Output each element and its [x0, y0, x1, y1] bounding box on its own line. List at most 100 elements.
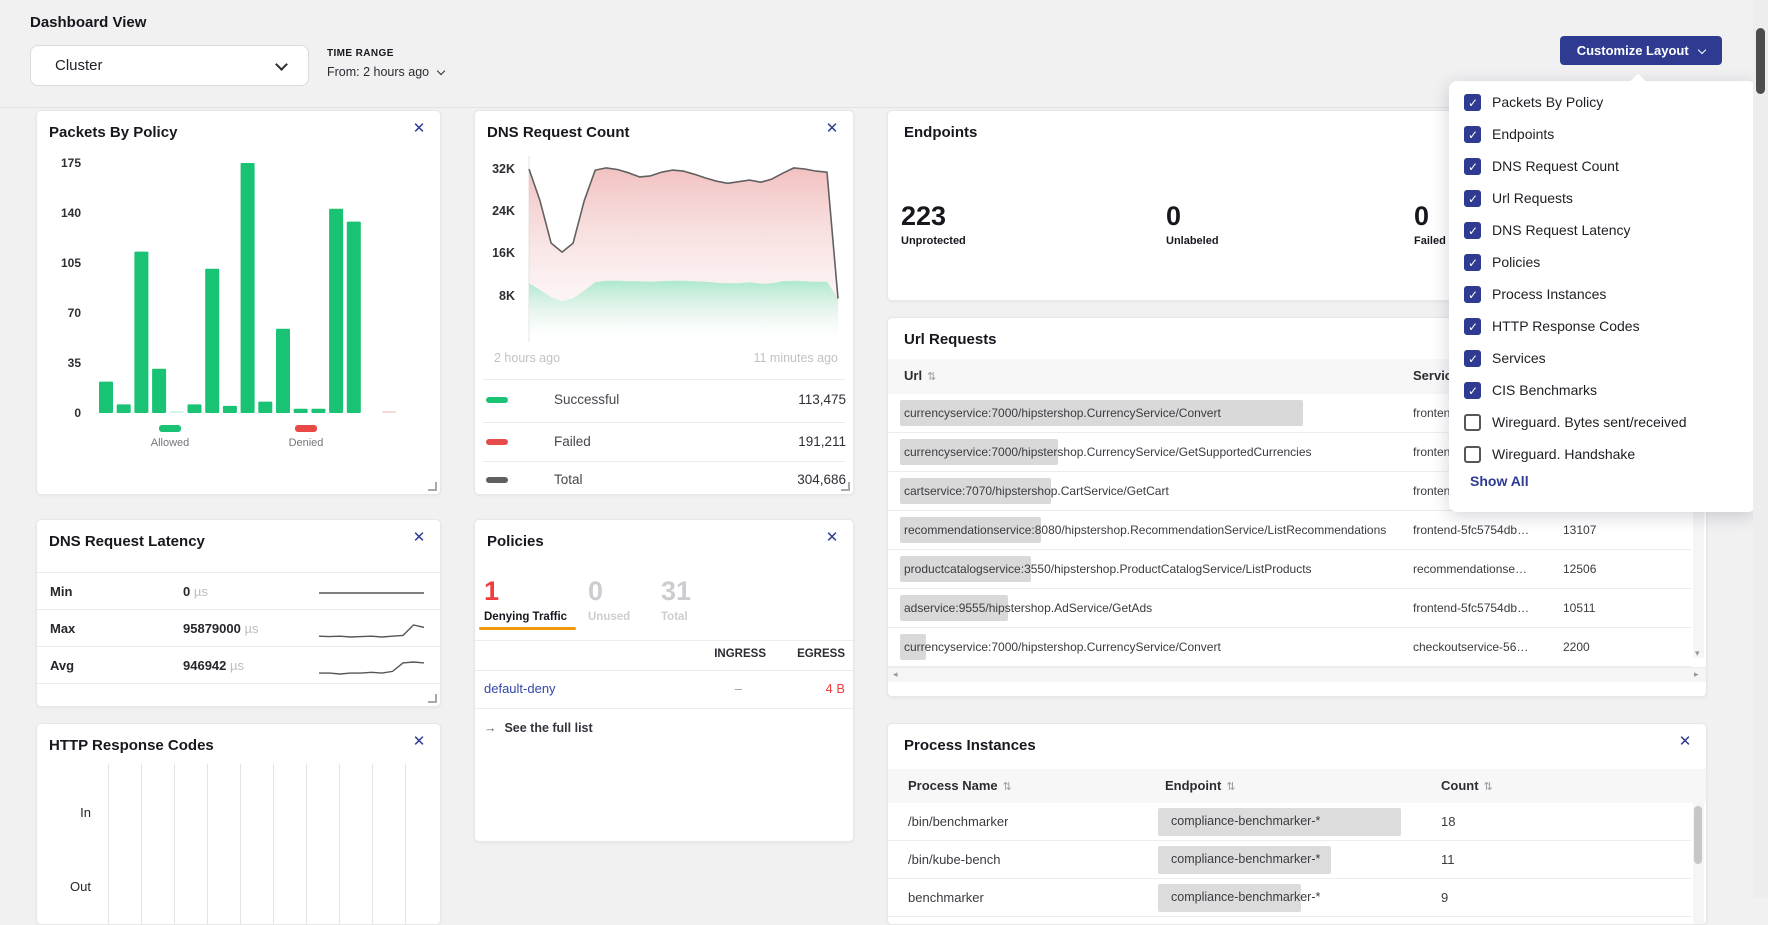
successful-swatch: [486, 397, 508, 403]
menu-item-policies[interactable]: Policies: [1449, 247, 1756, 279]
checkbox-icon[interactable]: [1464, 350, 1481, 367]
latency-row-avg: Avg 946942 µs: [37, 650, 440, 683]
grid-line: [141, 764, 142, 924]
avg-sparkline: [319, 656, 424, 678]
card-title: DNS Request Latency: [49, 533, 205, 550]
close-icon[interactable]: [823, 529, 841, 547]
resize-handle[interactable]: [428, 482, 437, 491]
menu-item-label: Endpoints: [1492, 126, 1554, 142]
svg-text:140: 140: [61, 206, 81, 220]
column-process-name[interactable]: Process Name: [908, 778, 998, 793]
packets-bar-chart: 03570105140175: [37, 111, 440, 421]
page-scrollbar[interactable]: [1753, 0, 1768, 898]
scroll-left-icon[interactable]: ◂: [893, 669, 898, 679]
close-icon[interactable]: [1676, 733, 1694, 751]
checkbox-icon[interactable]: [1464, 254, 1481, 271]
menu-item-label: DNS Request Latency: [1492, 222, 1631, 238]
menu-item-endpoints[interactable]: Endpoints: [1449, 119, 1756, 151]
tab-denying-traffic[interactable]: 1 Denying Traffic: [484, 576, 567, 623]
checkbox-icon[interactable]: [1464, 190, 1481, 207]
checkbox-icon[interactable]: [1464, 446, 1481, 463]
svg-text:24K: 24K: [492, 204, 515, 218]
column-url[interactable]: Url: [904, 368, 922, 383]
service-cell: recommendationse…: [1413, 562, 1553, 576]
x-axis-start: 2 hours ago: [494, 351, 560, 365]
scroll-down-icon[interactable]: ▾: [1695, 648, 1700, 658]
sort-icon[interactable]: [927, 371, 936, 383]
total-swatch: [486, 477, 508, 483]
view-selector[interactable]: Cluster: [30, 45, 309, 86]
grid-line: [108, 764, 109, 924]
url-cell: currencyservice:7000/hipstershop.Currenc…: [904, 406, 1393, 420]
menu-item-wireguard-bytes-sent-received[interactable]: Wireguard. Bytes sent/received: [1449, 407, 1756, 439]
table-row[interactable]: /bin/benchmarkercompliance-benchmarker-*…: [888, 803, 1691, 841]
card-title: Policies: [487, 533, 544, 550]
menu-item-dns-request-latency[interactable]: DNS Request Latency: [1449, 215, 1756, 247]
table-row[interactable]: productcatalogservice:3550/hipstershop.P…: [888, 550, 1691, 589]
count-cell: 12506: [1563, 562, 1663, 576]
url-cell: adservice:9555/hipstershop.AdService/Get…: [904, 601, 1393, 615]
policy-name-link[interactable]: default-deny: [484, 681, 556, 696]
card-title: Process Instances: [904, 737, 1036, 754]
sort-icon[interactable]: [1484, 781, 1493, 793]
grid-line: [306, 764, 307, 924]
max-sparkline: [319, 619, 424, 641]
checkbox-icon[interactable]: [1464, 382, 1481, 399]
svg-text:0: 0: [74, 406, 81, 420]
count-cell: 13107: [1563, 523, 1663, 537]
table-row[interactable]: recommendationservice:8080/hipstershop.R…: [888, 511, 1691, 550]
legend-item-denied: Denied: [273, 425, 339, 449]
process-instances-card: Process Instances Process Name Endpoint …: [887, 723, 1707, 925]
menu-item-process-instances[interactable]: Process Instances: [1449, 279, 1756, 311]
checkbox-icon[interactable]: [1464, 318, 1481, 335]
scroll-right-icon[interactable]: ▸: [1694, 669, 1699, 679]
menu-item-http-response-codes[interactable]: HTTP Response Codes: [1449, 311, 1756, 343]
svg-text:16K: 16K: [492, 246, 515, 260]
menu-item-packets-by-policy[interactable]: Packets By Policy: [1449, 87, 1756, 119]
checkbox-icon[interactable]: [1464, 158, 1481, 175]
card-title: Endpoints: [904, 124, 977, 141]
checkbox-icon[interactable]: [1464, 414, 1481, 431]
grid-line: [405, 764, 406, 924]
min-sparkline: [319, 582, 424, 604]
tab-total[interactable]: 31 Total: [661, 576, 691, 623]
resize-handle[interactable]: [428, 694, 437, 703]
customize-layout-button[interactable]: Customize Layout: [1560, 36, 1722, 65]
dns-request-count-card: DNS Request Count 32K24K16K8K 2 hours ag…: [474, 110, 854, 495]
column-ingress: INGRESS: [655, 648, 766, 660]
menu-item-url-requests[interactable]: Url Requests: [1449, 183, 1756, 215]
sort-icon[interactable]: [1226, 781, 1235, 793]
time-range[interactable]: TIME RANGE From: 2 hours ago: [327, 48, 487, 81]
tab-unused[interactable]: 0 Unused: [588, 576, 630, 623]
grid-line: [339, 764, 340, 924]
checkbox-icon[interactable]: [1464, 126, 1481, 143]
checkbox-icon[interactable]: [1464, 94, 1481, 111]
horizontal-scrollbar[interactable]: [888, 667, 1706, 682]
close-icon[interactable]: [410, 529, 428, 547]
checkbox-icon[interactable]: [1464, 222, 1481, 239]
table-row[interactable]: adservice:9555/hipstershop.AdService/Get…: [888, 589, 1691, 628]
endpoint-cell: compliance-benchmarker-*: [1171, 814, 1320, 828]
menu-item-dns-request-count[interactable]: DNS Request Count: [1449, 151, 1756, 183]
menu-item-services[interactable]: Services: [1449, 343, 1756, 375]
show-all-link[interactable]: Show All: [1470, 473, 1529, 489]
grid-line: [174, 764, 175, 924]
table-row[interactable]: benchmarkercompliance-benchmarker-*9: [888, 879, 1691, 917]
resize-handle[interactable]: [841, 482, 850, 491]
column-count[interactable]: Count: [1441, 778, 1479, 793]
see-full-list-link[interactable]: → See the full list: [484, 719, 593, 737]
table-row[interactable]: /bin/kube-benchcompliance-benchmarker-*1…: [888, 841, 1691, 879]
table-row[interactable]: currencyservice:7000/hipstershop.Currenc…: [888, 628, 1691, 667]
menu-item-label: Process Instances: [1492, 286, 1606, 302]
sort-icon[interactable]: [1003, 781, 1012, 793]
menu-item-wireguard-handshake[interactable]: Wireguard. Handshake: [1449, 439, 1756, 471]
legend-row-failed: Failed 191,211: [475, 429, 853, 456]
column-endpoint[interactable]: Endpoint: [1165, 778, 1221, 793]
url-cell: recommendationservice:8080/hipstershop.R…: [904, 523, 1393, 537]
page-scrollbar-thumb[interactable]: [1756, 28, 1765, 94]
svg-text:70: 70: [68, 306, 82, 320]
checkbox-icon[interactable]: [1464, 286, 1481, 303]
arrow-right-icon: →: [484, 721, 500, 735]
close-icon[interactable]: [410, 733, 428, 751]
menu-item-cis-benchmarks[interactable]: CIS Benchmarks: [1449, 375, 1756, 407]
